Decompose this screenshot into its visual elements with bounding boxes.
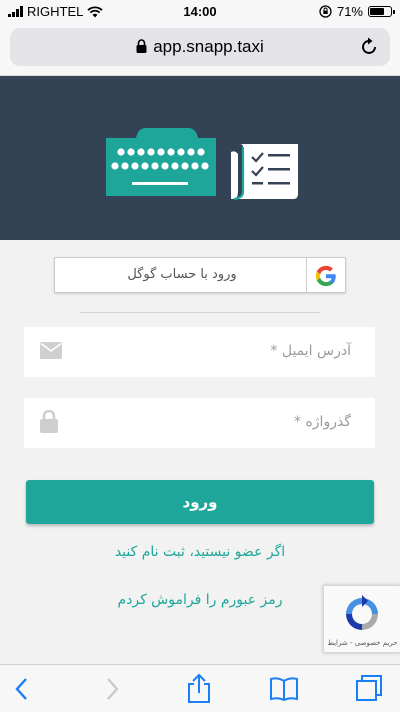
mail-icon bbox=[40, 342, 62, 359]
keyboard-key bbox=[157, 148, 165, 156]
checklist-icon bbox=[231, 144, 298, 201]
google-login-label: ورود با حساب گوگل bbox=[127, 267, 237, 282]
google-button-separator bbox=[306, 258, 307, 292]
status-right: 71% bbox=[319, 4, 395, 19]
hero-illustration bbox=[106, 128, 298, 201]
hero-banner bbox=[0, 76, 400, 240]
recaptcha-badge[interactable]: حریم خصوصی - شرایط bbox=[323, 585, 400, 653]
keyboard-key bbox=[187, 148, 195, 156]
email-placeholder: آدرس ایمیل * bbox=[270, 343, 351, 359]
forward-icon[interactable] bbox=[104, 677, 120, 701]
keyboard-key bbox=[181, 162, 189, 170]
divider bbox=[80, 312, 320, 313]
keyboard-key bbox=[171, 162, 179, 170]
google-login-button[interactable]: ورود با حساب گوگل bbox=[54, 257, 346, 293]
browser-toolbar bbox=[0, 664, 400, 712]
recaptcha-terms[interactable]: حریم خصوصی - شرایط bbox=[324, 639, 400, 647]
email-field[interactable]: آدرس ایمیل * bbox=[24, 327, 375, 377]
keyboard-key bbox=[161, 162, 169, 170]
login-form: ورود با حساب گوگل آدرس ایمیل * گذرواژه *… bbox=[0, 240, 400, 664]
lock-icon bbox=[136, 39, 147, 53]
keyboard-key bbox=[147, 148, 155, 156]
keyboard-key bbox=[137, 148, 145, 156]
share-icon[interactable] bbox=[187, 673, 211, 703]
padlock-icon bbox=[40, 410, 58, 433]
battery-percent: 71% bbox=[336, 4, 363, 19]
keyboard-key bbox=[117, 148, 125, 156]
bookmarks-icon[interactable] bbox=[269, 677, 299, 701]
keyboard-icon bbox=[106, 128, 216, 196]
password-field[interactable]: گذرواژه * bbox=[24, 398, 375, 448]
keyboard-key bbox=[177, 148, 185, 156]
signup-link[interactable]: اگر عضو نیستید، ثبت نام کنید bbox=[0, 544, 400, 560]
keyboard-key bbox=[167, 148, 175, 156]
battery-icon bbox=[368, 6, 395, 17]
recaptcha-icon bbox=[346, 595, 378, 630]
google-icon bbox=[315, 265, 336, 287]
login-button[interactable]: ورود bbox=[26, 480, 374, 524]
keyboard-key bbox=[197, 148, 205, 156]
browser-address-bar: app.snapp.taxi bbox=[0, 24, 400, 76]
keyboard-key bbox=[201, 162, 209, 170]
keyboard-key bbox=[111, 162, 119, 170]
url-field[interactable]: app.snapp.taxi bbox=[10, 28, 390, 66]
tabs-icon[interactable] bbox=[355, 674, 383, 702]
status-bar: RIGHTEL 14:00 71% bbox=[0, 0, 400, 24]
keyboard-key bbox=[121, 162, 129, 170]
orientation-lock-icon bbox=[319, 5, 332, 18]
url-display[interactable]: app.snapp.taxi bbox=[10, 37, 390, 57]
keyboard-key bbox=[141, 162, 149, 170]
phone-screen: RIGHTEL 14:00 71% app.snapp.taxi ورود با… bbox=[0, 0, 400, 712]
reload-icon[interactable] bbox=[360, 37, 378, 56]
keyboard-key bbox=[191, 162, 199, 170]
back-icon[interactable] bbox=[14, 677, 30, 701]
keyboard-key bbox=[131, 162, 139, 170]
keyboard-key bbox=[151, 162, 159, 170]
url-text: app.snapp.taxi bbox=[153, 37, 264, 56]
keyboard-key bbox=[127, 148, 135, 156]
password-placeholder: گذرواژه * bbox=[294, 414, 351, 430]
